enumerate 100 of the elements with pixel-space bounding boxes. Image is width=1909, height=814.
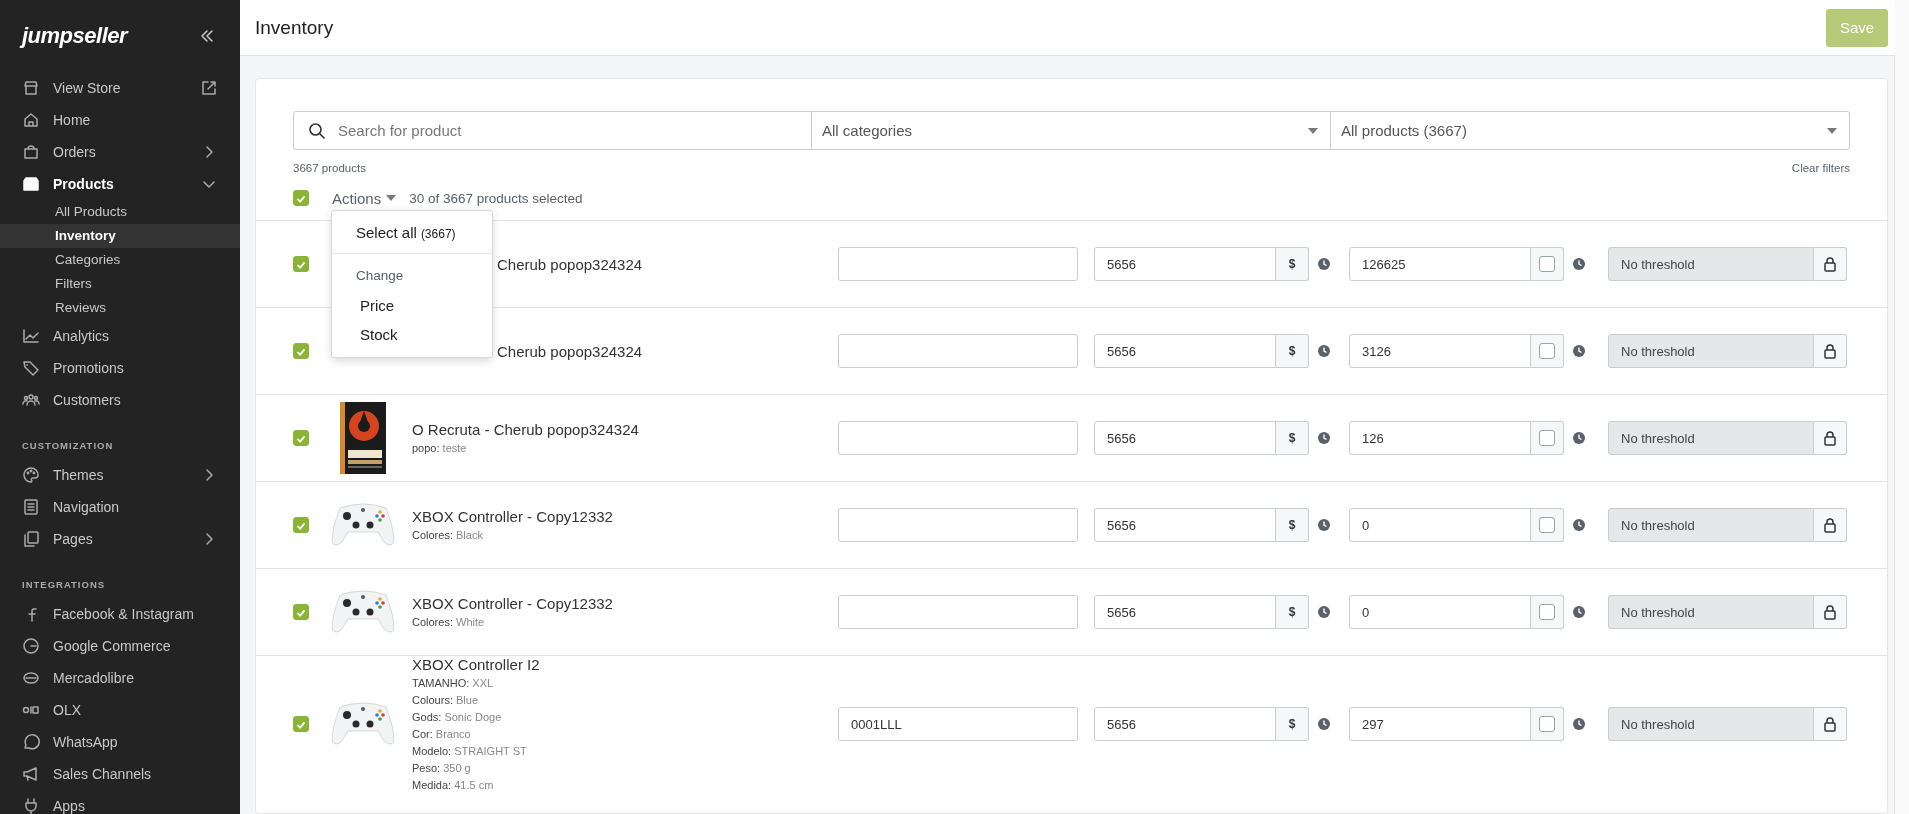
stock-field[interactable]: 126625 xyxy=(1349,247,1531,281)
sidebar-item[interactable]: OLX xyxy=(0,694,240,726)
sidebar-item[interactable]: Customers xyxy=(0,384,240,416)
checkbox[interactable] xyxy=(293,343,309,359)
sku-field[interactable] xyxy=(838,595,1078,629)
product-option: Gods: Sonic Doge xyxy=(412,710,838,724)
checkbox[interactable] xyxy=(1539,256,1555,272)
price-field[interactable]: 5656 xyxy=(1094,334,1276,368)
sku-field[interactable] xyxy=(838,421,1078,455)
clock-icon xyxy=(1572,518,1586,532)
checkbox[interactable] xyxy=(293,430,309,446)
price-field[interactable]: 5656 xyxy=(1094,595,1276,629)
product-option: Modelo: STRAIGHT ST xyxy=(412,744,838,758)
checkbox[interactable] xyxy=(293,604,309,620)
checkbox[interactable] xyxy=(293,517,309,533)
collapse-icon[interactable] xyxy=(198,27,216,45)
sidebar-item[interactable]: Home xyxy=(0,104,240,136)
threshold-field: No threshold xyxy=(1608,247,1814,281)
checkbox[interactable] xyxy=(1539,343,1555,359)
lock-icon xyxy=(1823,256,1837,272)
sidebar-item[interactable]: Analytics xyxy=(0,320,240,352)
currency-addon: $ xyxy=(1276,707,1309,741)
clock-icon xyxy=(1317,717,1331,731)
sidebar-item[interactable]: WhatsApp xyxy=(0,726,240,758)
product-name[interactable]: Cherub popop324324 xyxy=(497,342,838,360)
product-count: 3667 products xyxy=(293,162,366,174)
sidebar-item[interactable]: Sales Channels xyxy=(0,758,240,790)
sidebar-subitem[interactable]: Reviews xyxy=(0,296,240,320)
sku-field[interactable] xyxy=(838,247,1078,281)
stock-field[interactable]: 3126 xyxy=(1349,334,1531,368)
sidebar-item[interactable]: View Store xyxy=(0,72,240,104)
price-field[interactable]: 5656 xyxy=(1094,707,1276,741)
chart-icon xyxy=(22,327,40,345)
product-name[interactable]: XBOX Controller - Copy12332 xyxy=(412,508,838,525)
clear-filters-link[interactable]: Clear filters xyxy=(1791,162,1850,174)
lock-icon xyxy=(1823,604,1837,620)
product-name[interactable]: O Recruta - Cherub popop324324 xyxy=(412,421,838,438)
sidebar-item[interactable]: Apps xyxy=(0,790,240,814)
stock-field[interactable]: 0 xyxy=(1349,595,1531,629)
sidebar-subitem[interactable]: All Products xyxy=(0,200,240,224)
price-field[interactable]: 5656 xyxy=(1094,508,1276,542)
sku-field[interactable]: 0001LLL xyxy=(838,707,1078,741)
threshold-field: No threshold xyxy=(1608,707,1814,741)
plug-icon xyxy=(22,797,40,814)
menu-item[interactable]: Stock xyxy=(332,320,492,349)
lock-button[interactable] xyxy=(1814,707,1847,741)
menu-item[interactable]: Price xyxy=(332,291,492,320)
checkbox[interactable] xyxy=(1539,430,1555,446)
sidebar-subitem[interactable]: Filters xyxy=(0,272,240,296)
currency-addon: $ xyxy=(1276,508,1309,542)
sidebar-subitem[interactable]: Categories xyxy=(0,248,240,272)
checkbox[interactable] xyxy=(1539,517,1555,533)
price-field[interactable]: 5656 xyxy=(1094,247,1276,281)
lock-button[interactable] xyxy=(1814,247,1847,281)
sidebar-item[interactable]: Promotions xyxy=(0,352,240,384)
sidebar-item[interactable]: Mercadolibre xyxy=(0,662,240,694)
checkbox[interactable] xyxy=(293,190,309,206)
sidebar-subitem[interactable]: Inventory xyxy=(0,224,240,248)
sidebar-item[interactable]: Pages xyxy=(0,523,240,555)
actions-button[interactable]: Actions xyxy=(332,189,397,207)
sidebar-item[interactable]: Products xyxy=(0,168,240,200)
lock-button[interactable] xyxy=(1814,421,1847,455)
lock-button[interactable] xyxy=(1814,595,1847,629)
product-name[interactable]: XBOX Controller I2 xyxy=(412,656,838,673)
stock-field[interactable]: 0 xyxy=(1349,508,1531,542)
lock-icon xyxy=(1823,517,1837,533)
sidebar-item[interactable]: Google Commerce xyxy=(0,630,240,662)
price-field[interactable]: 5656 xyxy=(1094,421,1276,455)
sku-field[interactable] xyxy=(838,508,1078,542)
stock-field[interactable]: 297 xyxy=(1349,707,1531,741)
product-option: Colores: White xyxy=(412,615,838,629)
sidebar-item[interactable]: Orders xyxy=(0,136,240,168)
lock-button[interactable] xyxy=(1814,508,1847,542)
product-name[interactable]: Cherub popop324324 xyxy=(497,255,838,273)
section-heading: CUSTOMIZATION xyxy=(21,439,115,453)
checkbox[interactable] xyxy=(1539,716,1555,732)
checkbox[interactable] xyxy=(293,716,309,732)
sidebar-item[interactable]: Navigation xyxy=(0,491,240,523)
store-icon xyxy=(22,79,40,97)
sidebar-item[interactable]: Facebook & Instagram xyxy=(0,598,240,630)
people-icon xyxy=(22,391,40,409)
list-icon xyxy=(22,498,40,516)
ring-icon xyxy=(22,637,40,655)
currency-addon: $ xyxy=(1276,421,1309,455)
clock-icon xyxy=(1572,605,1586,619)
currency-addon: $ xyxy=(1276,247,1309,281)
tag-icon xyxy=(22,359,40,377)
lock-button[interactable] xyxy=(1814,334,1847,368)
clock-icon xyxy=(1317,344,1331,358)
sku-field[interactable] xyxy=(838,334,1078,368)
checkbox[interactable] xyxy=(1539,604,1555,620)
menu-heading: Change xyxy=(355,267,405,285)
checkbox[interactable] xyxy=(293,256,309,272)
chat-icon xyxy=(22,733,40,751)
stock-field[interactable]: 126 xyxy=(1349,421,1531,455)
clock-icon xyxy=(1572,431,1586,445)
product-option: Colours: Blue xyxy=(412,693,838,707)
product-name[interactable]: XBOX Controller - Copy12332 xyxy=(412,595,838,612)
sidebar-item[interactable]: Themes xyxy=(0,459,240,491)
product-option: Peso: 350 g xyxy=(412,761,838,775)
